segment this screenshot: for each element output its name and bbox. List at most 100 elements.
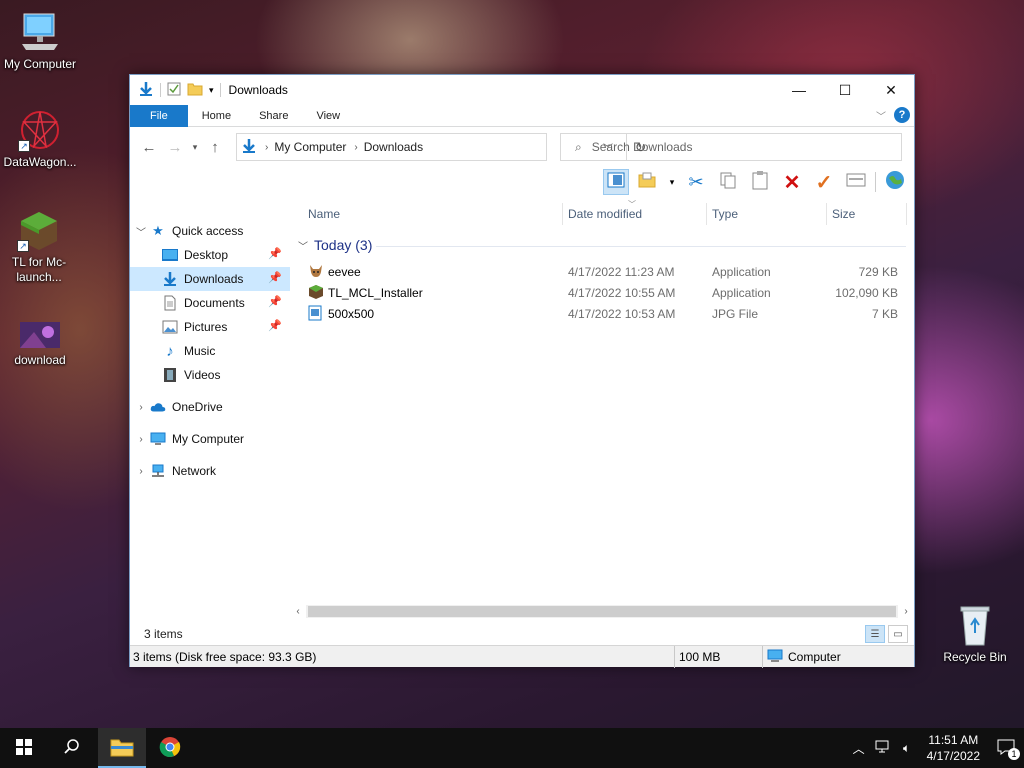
picture-icon: [162, 319, 178, 335]
navigation-pane[interactable]: ﹀ ★ Quick access Desktop 📌 Downloads 📌 D…: [130, 201, 290, 601]
nav-label: My Computer: [172, 432, 245, 446]
title-bar[interactable]: ▾ Downloads — ☐ ✕: [130, 75, 914, 105]
ribbon-tabs: File Home Share View ﹀ ?: [130, 104, 914, 127]
properties-icon[interactable]: [167, 82, 181, 99]
nav-quick-access[interactable]: ﹀ ★ Quick access: [130, 219, 290, 243]
address-bar[interactable]: › My Computer › Downloads ﹀ ↻: [236, 133, 646, 161]
up-button[interactable]: ↑: [202, 139, 228, 156]
breadcrumb-downloads[interactable]: Downloads: [364, 140, 423, 154]
view-buttons: ☰ ▭: [865, 625, 908, 643]
tab-home[interactable]: Home: [188, 105, 245, 127]
maximize-button[interactable]: ☐: [822, 75, 868, 105]
breadcrumb-separator-icon[interactable]: ›: [354, 142, 357, 153]
back-button[interactable]: ←: [136, 139, 162, 156]
nav-documents[interactable]: Documents 📌: [130, 291, 290, 315]
nav-videos[interactable]: Videos: [130, 363, 290, 387]
desktop-icon-my-computer[interactable]: My Computer: [0, 10, 80, 71]
file-row[interactable]: TL_MCL_Installer 4/17/2022 10:55 AM Appl…: [290, 282, 914, 303]
notification-center-icon[interactable]: 1: [988, 739, 1024, 760]
pin-icon[interactable]: 📌: [268, 295, 282, 308]
minimize-button[interactable]: —: [776, 75, 822, 105]
column-separator[interactable]: [826, 203, 827, 225]
pin-icon[interactable]: 📌: [268, 271, 282, 284]
breadcrumb-my-computer[interactable]: My Computer: [274, 140, 346, 154]
shortcut-arrow-icon: ↗: [18, 140, 30, 152]
expanded-chevron-icon[interactable]: ﹀: [132, 224, 150, 239]
divider: [762, 646, 763, 668]
cut-button[interactable]: ✂: [683, 169, 709, 195]
desktop-icon-download[interactable]: download: [0, 320, 80, 367]
taskbar-file-explorer[interactable]: [98, 728, 146, 768]
paste-button[interactable]: [747, 169, 773, 195]
tab-file[interactable]: File: [130, 104, 188, 127]
horizontal-scrollbar[interactable]: ‹ ›: [290, 603, 914, 620]
scroll-right-icon[interactable]: ›: [898, 606, 914, 617]
desktop-icon-recycle-bin[interactable]: Recycle Bin: [935, 603, 1015, 664]
breadcrumb-separator-icon[interactable]: ›: [265, 142, 268, 153]
pin-icon[interactable]: 📌: [268, 319, 282, 332]
network-status-icon[interactable]: [871, 740, 895, 757]
taskbar-chrome[interactable]: [146, 728, 194, 768]
forward-button[interactable]: →: [162, 139, 188, 156]
tab-view[interactable]: View: [302, 105, 354, 127]
collapsed-chevron-icon[interactable]: ›: [132, 402, 150, 413]
nav-downloads[interactable]: Downloads 📌: [130, 267, 290, 291]
column-name[interactable]: Name: [308, 207, 340, 221]
globe-button[interactable]: [882, 169, 908, 195]
collapsed-chevron-icon[interactable]: ›: [132, 466, 150, 477]
search-icon: [64, 738, 80, 758]
desktop-icon-label: TL for Mc-launch...: [11, 255, 67, 284]
file-row[interactable]: eevee 4/17/2022 11:23 AM Application 729…: [290, 261, 914, 282]
clock[interactable]: 11:51 AM 4/17/2022: [919, 732, 988, 764]
copy-icon: [719, 171, 737, 194]
sort-indicator-icon: ﹀: [628, 200, 636, 209]
expanded-chevron-icon[interactable]: ﹀: [298, 238, 308, 253]
pin-icon[interactable]: 📌: [268, 247, 282, 260]
collapsed-chevron-icon[interactable]: ›: [132, 434, 150, 445]
expand-ribbon-icon[interactable]: ﹀: [876, 108, 886, 123]
nav-pictures[interactable]: Pictures 📌: [130, 315, 290, 339]
desktop-icon-datawagon[interactable]: ↗ DataWagon...: [0, 108, 80, 169]
nav-desktop[interactable]: Desktop 📌: [130, 243, 290, 267]
column-type[interactable]: Type: [712, 207, 738, 221]
nav-onedrive[interactable]: › OneDrive: [130, 395, 290, 419]
disk-free-space: 3 items (Disk free space: 93.3 GB): [133, 650, 317, 664]
file-explorer-window[interactable]: ▾ Downloads — ☐ ✕ File Home Share View ﹀…: [129, 74, 915, 668]
file-list[interactable]: Name Date modified ﹀ Type Size ﹀ Today (…: [290, 200, 914, 601]
group-header-today[interactable]: ﹀ Today (3): [298, 237, 372, 253]
column-separator[interactable]: [562, 203, 563, 225]
new-item-button[interactable]: [635, 169, 661, 195]
properties-button[interactable]: [843, 169, 869, 195]
show-hidden-icons-chevron-icon[interactable]: ︿: [847, 740, 871, 757]
close-button[interactable]: ✕: [868, 75, 914, 105]
search-box[interactable]: ⌕ Search Downloads: [560, 133, 902, 161]
new-folder-icon[interactable]: [187, 82, 203, 99]
nav-label: Downloads: [184, 272, 244, 286]
rename-button[interactable]: ✓: [811, 169, 837, 195]
nav-network[interactable]: › Network: [130, 459, 290, 483]
column-size[interactable]: Size: [832, 207, 855, 221]
scroll-track[interactable]: [306, 605, 898, 618]
details-view-button[interactable]: ☰: [865, 625, 885, 643]
column-separator[interactable]: [706, 203, 707, 225]
volume-icon[interactable]: 🔈︎: [895, 741, 919, 756]
nav-my-computer[interactable]: › My Computer: [130, 427, 290, 451]
recent-locations-dropdown-icon[interactable]: ▾: [188, 142, 202, 153]
start-button[interactable]: [0, 728, 48, 768]
copy-button[interactable]: [715, 169, 741, 195]
file-row[interactable]: 500x500 4/17/2022 10:53 AM JPG File 7 KB: [290, 303, 914, 324]
preview-pane-button[interactable]: [603, 169, 629, 195]
customize-dropdown-icon[interactable]: ▾: [209, 85, 214, 96]
nav-music[interactable]: ♪ Music: [130, 339, 290, 363]
desktop-icon-tl-launcher[interactable]: ↗ TL for Mc-launch...: [0, 208, 78, 285]
search-button[interactable]: [48, 728, 96, 768]
new-item-dropdown[interactable]: ▾: [667, 169, 677, 195]
column-separator[interactable]: [906, 203, 907, 225]
large-icons-view-button[interactable]: ▭: [888, 625, 908, 643]
delete-button[interactable]: ✕: [779, 169, 805, 195]
tab-share[interactable]: Share: [245, 105, 302, 127]
scroll-thumb[interactable]: [308, 606, 896, 617]
help-icon[interactable]: ?: [894, 107, 910, 123]
scroll-left-icon[interactable]: ‹: [290, 606, 306, 617]
quick-access-toolbar: ▾: [130, 81, 221, 100]
